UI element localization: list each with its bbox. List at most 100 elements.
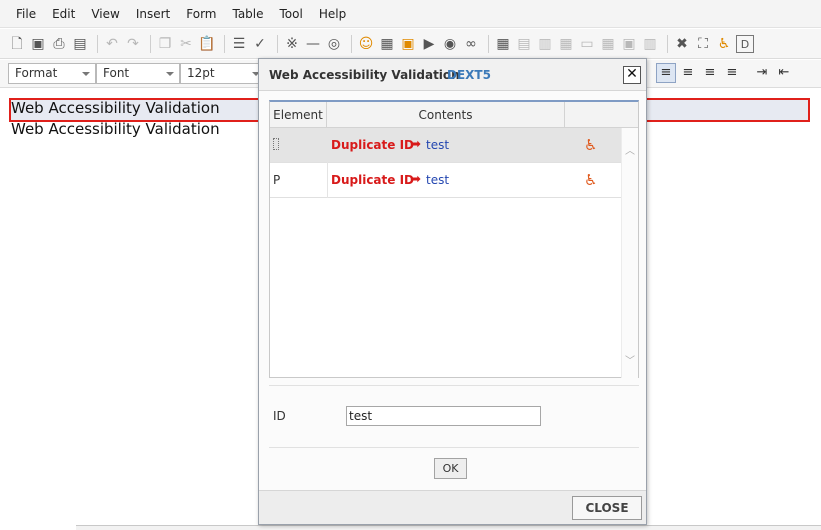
section-divider xyxy=(269,447,639,448)
accessibility-icon[interactable]: ♿ xyxy=(715,35,733,53)
dext5-logo-icon[interactable]: D xyxy=(736,34,754,53)
image-icon[interactable]: ▣ xyxy=(399,35,417,53)
editor-paragraph[interactable]: Web Accessibility Validation xyxy=(11,99,220,117)
find-replace-icon[interactable]: ✖ xyxy=(673,35,691,53)
accessibility-dialog: Web Accessibility Validation DEXT5 ✕ Ele… xyxy=(258,58,647,525)
menu-help[interactable]: Help xyxy=(311,0,354,28)
copy-icon[interactable]: ❐ xyxy=(156,35,174,53)
table-delete-icon[interactable]: ▥ xyxy=(641,35,659,53)
fullscreen-icon[interactable]: ⛶ xyxy=(694,35,712,53)
menu-form[interactable]: Form xyxy=(178,0,224,28)
outdent-icon[interactable]: ⇤ xyxy=(774,63,794,83)
column-header-element: Element xyxy=(270,102,327,128)
element-cell: P xyxy=(273,173,281,187)
main-toolbar: 🗋 ▣ ⎙ ▤ ↶ ↷ ❐ ✂ 📋 ☰ ✓ ※ — ◎ ☺ ▦ ▣ ▶ ◉ ∞ … xyxy=(0,29,821,59)
menu-view[interactable]: View xyxy=(83,0,127,28)
table-scrollbar[interactable]: ︿ ﹀ xyxy=(621,128,638,378)
align-justify-icon[interactable]: ≡ xyxy=(722,63,742,83)
toolbar-separator xyxy=(150,34,151,53)
align-group: ≡ ≡ ≡ ≡ ⇥ ⇤ xyxy=(656,63,796,83)
toolbar-separator xyxy=(488,34,489,53)
id-label: ID xyxy=(273,409,286,423)
dialog-header: Web Accessibility Validation DEXT5 ✕ xyxy=(259,59,646,91)
cell-divider xyxy=(327,128,328,163)
indent-icon[interactable]: ⇥ xyxy=(752,63,772,83)
toolbar-separator xyxy=(224,34,225,53)
toolbar-separator xyxy=(277,34,278,53)
menu-bar: File Edit View Insert Form Table Tool He… xyxy=(0,0,821,28)
accessibility-fix-icon[interactable]: ♿ xyxy=(584,136,597,154)
align-left-icon[interactable]: ≡ xyxy=(656,63,676,83)
link-icon[interactable]: ∞ xyxy=(462,35,480,53)
media-icon[interactable]: ▶ xyxy=(420,35,438,53)
accessibility-fix-icon[interactable]: ♿ xyxy=(584,171,597,189)
table-col-icon[interactable]: ▥ xyxy=(536,35,554,53)
element-placeholder-icon xyxy=(273,138,279,150)
format-select[interactable]: Format xyxy=(8,63,96,84)
toolbar-separator xyxy=(667,34,668,53)
align-center-icon[interactable]: ≡ xyxy=(678,63,698,83)
validation-table: Element Contents Duplicate ID ➡ test ♿ P… xyxy=(269,100,639,378)
emoticon-icon[interactable]: ☺ xyxy=(357,35,375,53)
status-strip xyxy=(76,525,821,530)
toolbar-separator xyxy=(97,34,98,53)
arrow-right-icon: ➡ xyxy=(410,137,421,152)
font-select-value: Font xyxy=(103,66,130,80)
source-view-icon[interactable]: ☰ xyxy=(230,35,248,53)
section-divider xyxy=(269,385,639,386)
dialog-title: Web Accessibility Validation xyxy=(269,68,460,82)
error-message: Duplicate ID xyxy=(331,173,415,187)
special-chars-icon[interactable]: ※ xyxy=(283,35,301,53)
align-right-icon[interactable]: ≡ xyxy=(700,63,720,83)
redo-icon[interactable]: ↷ xyxy=(124,35,142,53)
layer-icon[interactable]: ◎ xyxy=(325,35,343,53)
print-preview-icon[interactable]: ▤ xyxy=(71,35,89,53)
size-select[interactable]: 12pt xyxy=(180,63,266,84)
chevron-down-icon[interactable]: ﹀ xyxy=(625,352,635,367)
table-row[interactable]: Duplicate ID ➡ test ♿ xyxy=(270,128,621,163)
paste-icon[interactable]: 📋 xyxy=(198,35,216,53)
chevron-down-icon xyxy=(166,72,174,76)
arrow-right-icon: ➡ xyxy=(410,172,421,187)
column-header-contents: Contents xyxy=(327,102,565,128)
menu-edit[interactable]: Edit xyxy=(44,0,83,28)
spell-check-icon[interactable]: ✓ xyxy=(251,35,269,53)
id-field[interactable] xyxy=(346,406,541,426)
error-value: test xyxy=(426,138,450,152)
save-icon[interactable]: ▣ xyxy=(29,35,47,53)
error-message: Duplicate ID xyxy=(331,138,415,152)
chevron-down-icon xyxy=(82,72,90,76)
undo-icon[interactable]: ↶ xyxy=(103,35,121,53)
close-button[interactable]: CLOSE xyxy=(572,496,642,520)
table-cell-icon[interactable]: ▦ xyxy=(557,35,575,53)
error-value: test xyxy=(426,173,450,187)
print-icon[interactable]: ⎙ xyxy=(50,35,68,53)
horizontal-rule-icon[interactable]: — xyxy=(304,35,322,53)
table-border-icon[interactable]: ▣ xyxy=(620,35,638,53)
background-icon[interactable]: ▦ xyxy=(378,35,396,53)
table-row-icon[interactable]: ▤ xyxy=(515,35,533,53)
font-select[interactable]: Font xyxy=(96,63,180,84)
editor-paragraph[interactable]: Web Accessibility Validation xyxy=(11,120,220,138)
cell-divider xyxy=(327,163,328,198)
size-select-value: 12pt xyxy=(187,66,215,80)
ok-button[interactable]: OK xyxy=(434,458,467,479)
column-header-action xyxy=(565,102,638,128)
table-header: Element Contents xyxy=(270,102,638,128)
table-merge-icon[interactable]: ▭ xyxy=(578,35,596,53)
new-document-icon[interactable]: 🗋 xyxy=(8,35,26,53)
flash-icon[interactable]: ◉ xyxy=(441,35,459,53)
table-row[interactable]: P Duplicate ID ➡ test ♿ xyxy=(270,163,621,198)
cut-icon[interactable]: ✂ xyxy=(177,35,195,53)
menu-insert[interactable]: Insert xyxy=(128,0,178,28)
menu-table[interactable]: Table xyxy=(224,0,271,28)
chevron-up-icon[interactable]: ︿ xyxy=(625,142,635,157)
menu-tool[interactable]: Tool xyxy=(272,0,311,28)
menu-file[interactable]: File xyxy=(8,0,44,28)
dialog-footer: CLOSE xyxy=(259,490,646,524)
table-split-icon[interactable]: ▦ xyxy=(599,35,617,53)
editor-app: File Edit View Insert Form Table Tool He… xyxy=(0,0,821,530)
table-icon[interactable]: ▦ xyxy=(494,35,512,53)
format-select-value: Format xyxy=(15,66,58,80)
close-icon[interactable]: ✕ xyxy=(623,66,641,84)
